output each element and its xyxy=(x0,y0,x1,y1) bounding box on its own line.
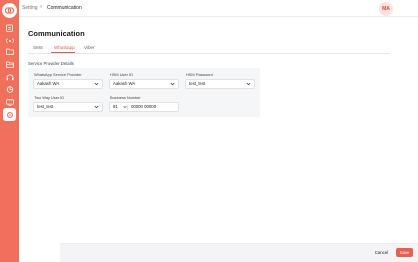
hsm-password-select[interactable]: test_test xyxy=(185,79,255,89)
provider-select[interactable]: Aakash WA xyxy=(33,79,103,89)
divider xyxy=(127,105,128,110)
chevron-down-icon xyxy=(94,105,99,109)
clipboard-icon[interactable] xyxy=(4,22,15,33)
hsm-password-label: HSM Password xyxy=(186,72,213,77)
country-code[interactable]: 91 xyxy=(113,103,118,111)
tabs-divider xyxy=(28,53,390,54)
chevron-down-icon xyxy=(246,82,251,86)
page-title: Communication xyxy=(28,29,85,38)
sidebar xyxy=(0,0,19,262)
tab-viber[interactable]: Viber xyxy=(84,45,95,50)
provider-label: WhatsApp Service Provider xyxy=(34,72,82,77)
settings-icon[interactable] xyxy=(3,108,16,121)
chevron-down-icon xyxy=(170,82,175,86)
hsm-user-value: Aakash WA xyxy=(113,81,136,86)
app-logo[interactable] xyxy=(2,3,17,18)
save-button[interactable]: Save xyxy=(396,248,413,257)
two-way-user-select[interactable]: test_test xyxy=(33,102,103,112)
folder-icon[interactable] xyxy=(4,46,15,57)
two-way-user-value: test_test xyxy=(37,104,54,109)
tab-whatsapp[interactable]: Whatsapp xyxy=(54,45,75,50)
chevron-down-icon xyxy=(94,82,99,86)
breadcrumb-current: Communication xyxy=(47,5,82,11)
two-way-user-label: Two Way User ID xyxy=(34,95,65,100)
section-title: Service Provider Details xyxy=(28,61,74,66)
headset-icon[interactable] xyxy=(4,72,15,83)
chevron-right-icon: › xyxy=(40,4,42,10)
broadcast-icon[interactable] xyxy=(4,35,15,46)
provider-value: Aakash WA xyxy=(37,81,60,86)
breadcrumb-parent[interactable]: Setting xyxy=(22,5,38,11)
cancel-button[interactable]: Cancel xyxy=(371,248,392,257)
monitor-icon[interactable] xyxy=(4,97,15,108)
tab-sms[interactable]: SMS xyxy=(33,45,43,50)
business-number-field[interactable]: 91 00000 00000 xyxy=(109,102,179,112)
folder-open-icon[interactable] xyxy=(4,59,15,70)
business-number-label: Business Number xyxy=(110,95,141,100)
avatar[interactable]: MA xyxy=(379,2,393,16)
business-number-value[interactable]: 00000 00000 xyxy=(131,103,156,111)
footer-bar xyxy=(60,243,418,262)
hsm-password-value: test_test xyxy=(189,81,206,86)
hsm-user-label: HSM User ID xyxy=(110,72,133,77)
hsm-user-select[interactable]: Aakash WA xyxy=(109,79,179,89)
chart-icon[interactable] xyxy=(4,84,15,95)
